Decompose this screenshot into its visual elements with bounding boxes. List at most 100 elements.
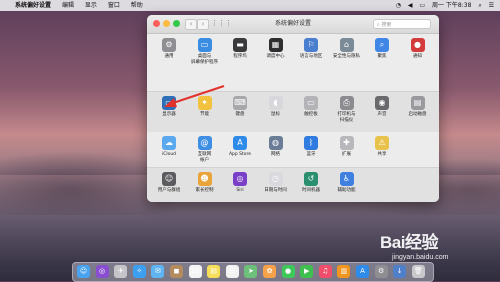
menu-app-name[interactable]: 系统偏好设置 [15, 2, 51, 9]
pref-keyboard[interactable]: ⌨ 键盘 [223, 96, 257, 118]
wifi-icon[interactable]: ◔ [396, 2, 401, 9]
dock-safari-icon[interactable]: ✧ [132, 265, 146, 278]
sharing-icon: ⚠ [375, 136, 389, 150]
pref-label: 通用 [164, 54, 174, 59]
pref-label: iCloud [161, 152, 177, 157]
pref-label: 程序坞 [233, 54, 247, 59]
menu-bar: 系统偏好设置 编辑 显示 窗口 帮助 ◔ ◀ ▭ 周一 下午8:38 ⌕ ☰ [0, 0, 500, 11]
security-icon: ⌂ [339, 38, 354, 52]
startup-disk-icon: ▤ [410, 96, 425, 110]
notification-center-icon[interactable]: ☰ [489, 2, 494, 9]
pref-label: 安全性与隐私 [333, 54, 360, 59]
dock-facetime-icon[interactable]: ▶ [300, 265, 314, 278]
notifications-icon: ● [410, 38, 425, 52]
back-button[interactable]: ‹ [185, 19, 197, 30]
zoom-button[interactable] [173, 20, 180, 27]
pref-dock[interactable]: ▬ 程序坞 [223, 38, 257, 60]
siri-icon: ◎ [233, 172, 247, 186]
dock-app-store-icon[interactable]: A [356, 265, 369, 278]
pref-security[interactable]: ⌂ 安全性与隐私 [330, 38, 364, 60]
pref-general[interactable]: ⚙ 通用 [152, 38, 186, 60]
dock-notes-icon[interactable]: ▤ [207, 265, 221, 278]
pref-label: 聚焦 [377, 54, 387, 59]
pref-sound[interactable]: ◉ 声音 [365, 96, 399, 118]
printer-icon: ⎙ [339, 96, 354, 110]
dock-siri-icon[interactable]: ◎ [95, 265, 109, 278]
pref-users[interactable]: ☺ 用户与群组 [152, 172, 186, 194]
dock-books-icon[interactable]: ▥ [337, 265, 351, 278]
pref-spotlight[interactable]: ⌕ 聚焦 [365, 38, 399, 60]
menu-window[interactable]: 窗口 [108, 2, 120, 9]
pref-label: 网络 [271, 152, 280, 157]
pref-label: 打印机与 扫描仪 [337, 112, 356, 123]
menu-view[interactable]: 显示 [85, 2, 97, 9]
pref-label: 用户与群组 [157, 188, 181, 193]
date-time-icon: ◷ [268, 172, 283, 186]
window-title: 系统偏好设置 [274, 20, 311, 27]
pref-time-machine[interactable]: ↺ 时间机器 [294, 172, 328, 194]
pref-date-time[interactable]: ◷ 日期与时间 [259, 172, 293, 194]
dock-launchpad-icon[interactable]: ✈ [114, 265, 128, 278]
pref-desktop[interactable]: ▭ 桌面与 屏幕保护程序 [188, 38, 222, 65]
dock-finder-icon[interactable]: ☺ [77, 265, 90, 278]
pref-label: Siri [236, 188, 244, 193]
dock-reminders-icon[interactable]: ☰ [225, 265, 239, 278]
pref-mission-control[interactable]: ▦ 调度中心 [259, 38, 293, 60]
pref-extensions[interactable]: ✚ 扩展 [330, 136, 364, 158]
pref-siri[interactable]: ◎ Siri [223, 172, 257, 194]
pref-label: 鼠标 [271, 112, 280, 117]
app-store-icon: A [233, 136, 247, 150]
pref-label: 键盘 [235, 112, 245, 117]
close-button[interactable] [153, 20, 160, 27]
pref-parental-controls[interactable]: ☻ 家长控制 [188, 172, 222, 194]
dock-messages-icon[interactable]: ● [281, 265, 295, 278]
pref-label: 桌面与 屏幕保护程序 [191, 54, 218, 65]
dock-music-icon[interactable]: ♫ [318, 265, 332, 278]
desktop-icon: ▭ [197, 38, 212, 52]
annotation-arrow [164, 84, 225, 107]
clock[interactable]: 周一 下午8:38 [432, 2, 471, 9]
general-icon: ⚙ [162, 38, 176, 52]
trackpad-icon: ▭ [304, 96, 318, 110]
pref-label: 扩展 [342, 152, 351, 157]
pref-label: 声音 [377, 112, 387, 117]
pref-mouse[interactable]: ◖ 鼠标 [259, 96, 293, 118]
pref-bluetooth[interactable]: ᛒ 蓝牙 [294, 136, 328, 158]
pref-label: 蓝牙 [306, 152, 316, 157]
keyboard-icon: ⌨ [233, 96, 247, 110]
section-internet: ☁ iCloud @ 互联网 帐户 A App Store ◍ 网络 ᛒ 蓝牙 ✚ 扩展 ⚠ 共享 [147, 132, 439, 167]
pref-accessibility[interactable]: ♿ 辅助功能 [330, 172, 364, 194]
pref-startup-disk[interactable]: ▤ 启动磁盘 [401, 96, 435, 118]
pref-internet-accounts[interactable]: @ 互联网 帐户 [188, 136, 222, 163]
minimize-button[interactable] [163, 20, 170, 27]
dock-maps-icon[interactable]: ➤ [244, 265, 258, 278]
pref-label: App Store [228, 152, 252, 157]
pref-language[interactable]: ⚐ 语言与地区 [294, 38, 328, 60]
show-all-button[interactable]: ⋮⋮⋮ [211, 19, 232, 28]
menu-edit[interactable]: 编辑 [62, 2, 74, 9]
dock-photos-icon[interactable]: ✿ [263, 265, 276, 278]
battery-icon[interactable]: ▭ [419, 2, 425, 9]
search-input[interactable]: ⌕ 搜索 [373, 19, 431, 29]
internet-accounts-icon: @ [197, 136, 212, 150]
spotlight-icon: ⌕ [375, 38, 389, 52]
forward-button[interactable]: › [197, 19, 209, 30]
pref-label: 共享 [377, 152, 387, 157]
dock-calendar-icon[interactable]: 10 [188, 265, 202, 278]
dock-mail-icon[interactable]: ✉ [151, 265, 165, 278]
pref-app-store[interactable]: A App Store [223, 136, 257, 158]
pref-trackpad[interactable]: ▭ 触控板 [294, 96, 328, 118]
baidu-jingyan-watermark: Bai经验 jingyan.baidu.com [380, 228, 498, 278]
menu-help[interactable]: 帮助 [131, 2, 143, 9]
spotlight-menu-icon[interactable]: ⌕ [478, 2, 481, 9]
pref-icloud[interactable]: ☁ iCloud [152, 136, 186, 158]
pref-printer[interactable]: ⎙ 打印机与 扫描仪 [330, 96, 364, 123]
pref-label: 时间机器 [302, 188, 320, 193]
pref-label: 通知 [413, 54, 422, 59]
pref-label: 触控板 [304, 112, 318, 117]
pref-notifications[interactable]: ● 通知 [401, 38, 435, 60]
pref-sharing[interactable]: ⚠ 共享 [365, 136, 399, 158]
pref-network[interactable]: ◍ 网络 [259, 136, 293, 158]
dock-contacts-icon[interactable]: ◼ [170, 265, 183, 278]
volume-icon[interactable]: ◀ [408, 2, 413, 9]
